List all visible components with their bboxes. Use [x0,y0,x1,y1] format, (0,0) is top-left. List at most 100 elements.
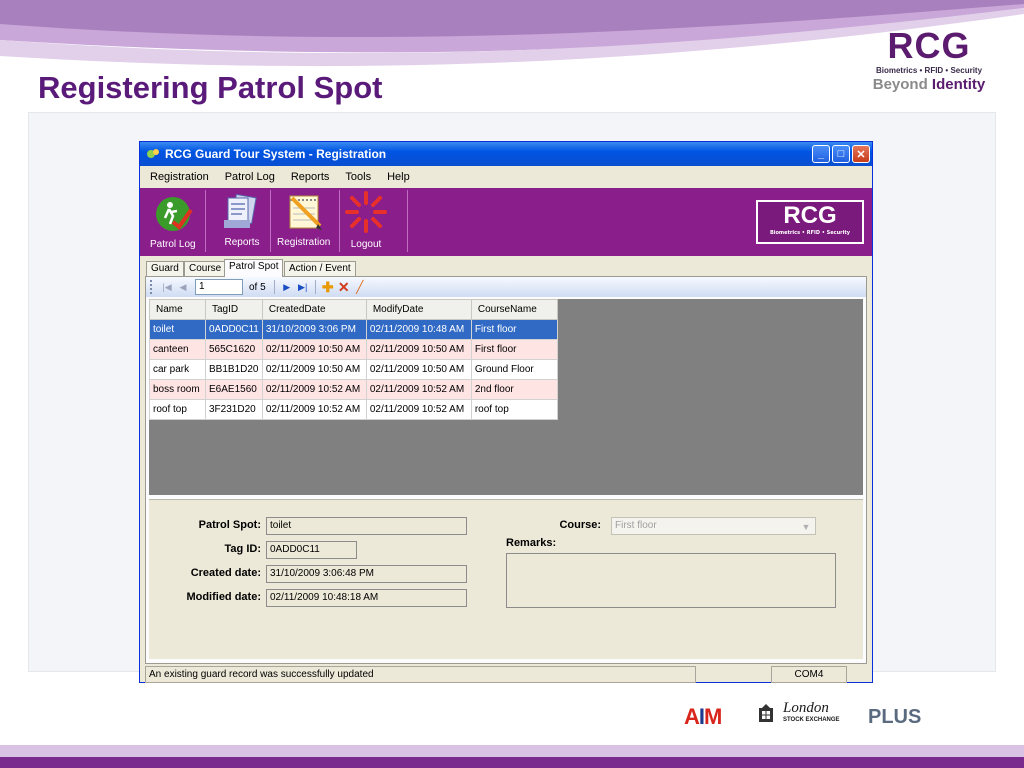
details-form: Patrol Spot: toilet Tag ID: 0ADD0C11 Cre… [149,499,863,659]
cell-coursename[interactable]: First floor [470,319,558,340]
tag-id-label: Tag ID: [224,543,261,555]
cell-createddate[interactable]: 02/11/2009 10:50 AM [261,339,367,360]
move-last-icon[interactable]: ▶| [295,279,311,295]
cell-coursename[interactable]: First floor [470,339,558,360]
toolbar-registration-label: Registration [277,237,331,248]
patrol-spot-panel: |◀ ◀ 1 of 5 ▶ ▶| ✚ ✕ ╱ Name TagID Create… [145,276,867,664]
column-header-name[interactable]: Name [149,299,206,320]
course-label: Course: [559,519,601,531]
lse-logo-line2: STOCK EXCHANGE [783,717,840,723]
app-icon [147,149,159,158]
cell-createddate[interactable]: 31/10/2009 3:06 PM [261,319,367,340]
rcg-logo-tagline: Biometrics • RFID • Security [875,66,983,75]
move-first-icon[interactable]: |◀ [159,279,175,295]
course-dropdown[interactable]: First floor ▼ [611,517,816,535]
navigator-divider [314,280,316,294]
cell-name[interactable]: boss room [149,379,206,400]
cell-name[interactable]: car park [149,359,206,380]
toolbar-registration-button[interactable]: Registration [277,190,330,248]
cell-modifydate[interactable]: 02/11/2009 10:52 AM [365,379,472,400]
slide: Registering Patrol Spot RCG Biometrics •… [0,0,1024,768]
tag-id-field[interactable]: 0ADD0C11 [266,541,357,559]
runner-check-icon [155,197,193,231]
cell-coursename[interactable]: Ground Floor [470,359,558,380]
course-dropdown-value: First floor [615,520,657,531]
cell-createddate[interactable]: 02/11/2009 10:52 AM [261,379,367,400]
menu-tools[interactable]: Tools [345,171,371,183]
toolbar-logout-button[interactable]: Logout [344,190,388,250]
menu-registration[interactable]: Registration [150,171,209,183]
registration-notepad-icon [289,195,322,230]
cell-createddate[interactable]: 02/11/2009 10:52 AM [261,399,367,420]
app-rcg-word: RCG [783,202,837,229]
tab-strip: Guard Course Patrol Spot Action / Event [140,259,872,277]
position-field[interactable]: 1 [195,279,243,295]
modified-date-field[interactable]: 02/11/2009 10:48:18 AM [266,589,467,607]
toolbar-logout-label: Logout [350,239,382,250]
add-new-icon[interactable]: ✚ [320,279,336,295]
move-previous-icon[interactable]: ◀ [175,279,191,295]
crest-icon [759,704,773,722]
cell-tagid[interactable]: 0ADD0C11 [205,319,263,340]
slide-title: Registering Patrol Spot [38,70,383,105]
cell-createddate[interactable]: 02/11/2009 10:50 AM [261,359,367,380]
edit-icon[interactable]: ╱ [352,279,368,295]
table-row[interactable]: boss room E6AE1560 02/11/2009 10:52 AM 0… [149,379,558,400]
cell-tagid[interactable]: 565C1620 [205,339,263,360]
tab-action-event[interactable]: Action / Event [284,261,356,277]
window-titlebar[interactable]: RCG Guard Tour System - Registration _ □… [140,142,872,166]
app-window: RCG Guard Tour System - Registration _ □… [139,141,873,683]
cell-name[interactable]: toilet [149,319,206,340]
remarks-field[interactable] [506,553,836,608]
toolbar-patrol-log-button[interactable]: Patrol Log [150,194,196,250]
cell-modifydate[interactable]: 02/11/2009 10:50 AM [365,359,472,380]
created-date-field[interactable]: 31/10/2009 3:06:48 PM [266,565,467,583]
status-bar: An existing guard record was successfull… [145,666,869,683]
table-row[interactable]: car park BB1B1D20 02/11/2009 10:50 AM 02… [149,359,558,380]
cell-modifydate[interactable]: 02/11/2009 10:50 AM [365,339,472,360]
toolbar-divider [407,190,408,252]
cell-tagid[interactable]: BB1B1D20 [205,359,263,380]
move-next-icon[interactable]: ▶ [279,279,295,295]
remarks-label: Remarks: [506,537,557,549]
tab-patrol-spot[interactable]: Patrol Spot [224,259,284,277]
toolbar-grip[interactable] [150,280,153,294]
toolbar-divider [270,190,271,252]
chevron-down-icon[interactable]: ▼ [799,519,813,533]
minimize-icon[interactable]: _ [812,145,830,163]
cell-coursename[interactable]: roof top [470,399,558,420]
toolbar-reports-button[interactable]: Reports [220,192,264,248]
lse-logo-line1: London [783,700,829,716]
table-row[interactable]: toilet 0ADD0C11 31/10/2009 3:06 PM 02/11… [149,319,558,340]
cell-name[interactable]: roof top [149,399,206,420]
cell-tagid[interactable]: E6AE1560 [205,379,263,400]
cell-tagid[interactable]: 3F231D20 [205,399,263,420]
footer-bar [0,745,1024,768]
menu-reports[interactable]: Reports [291,171,330,183]
toolbar-reports-label: Reports [224,237,260,248]
menu-patrol-log[interactable]: Patrol Log [225,171,275,183]
table-row[interactable]: roof top 3F231D20 02/11/2009 10:52 AM 02… [149,399,558,420]
column-header-modifydate[interactable]: ModifyDate [365,299,472,320]
column-header-tagid[interactable]: TagID [205,299,263,320]
table-row[interactable]: canteen 565C1620 02/11/2009 10:50 AM 02/… [149,339,558,360]
cell-coursename[interactable]: 2nd floor [470,379,558,400]
plus-logo: PLUS [868,706,922,728]
delete-icon[interactable]: ✕ [336,279,352,295]
column-header-createddate[interactable]: CreatedDate [261,299,367,320]
close-icon[interactable]: ✕ [852,145,870,163]
cell-name[interactable]: canteen [149,339,206,360]
status-message: An existing guard record was successfull… [145,666,696,683]
reports-icon [224,193,257,228]
tab-course[interactable]: Course [184,261,227,277]
navigator-divider [273,280,275,294]
cell-modifydate[interactable]: 02/11/2009 10:52 AM [365,399,472,420]
maximize-icon[interactable]: □ [832,145,850,163]
patrol-spot-field[interactable]: toilet [266,517,467,535]
cell-modifydate[interactable]: 02/11/2009 10:48 AM [365,319,472,340]
toolbar-patrol-log-label: Patrol Log [150,239,196,250]
app-rcg-tagline: Biometrics • RFID • Security [769,230,851,236]
column-header-coursename[interactable]: CourseName [470,299,558,320]
tab-guard[interactable]: Guard [146,261,184,277]
menu-help[interactable]: Help [387,171,410,183]
